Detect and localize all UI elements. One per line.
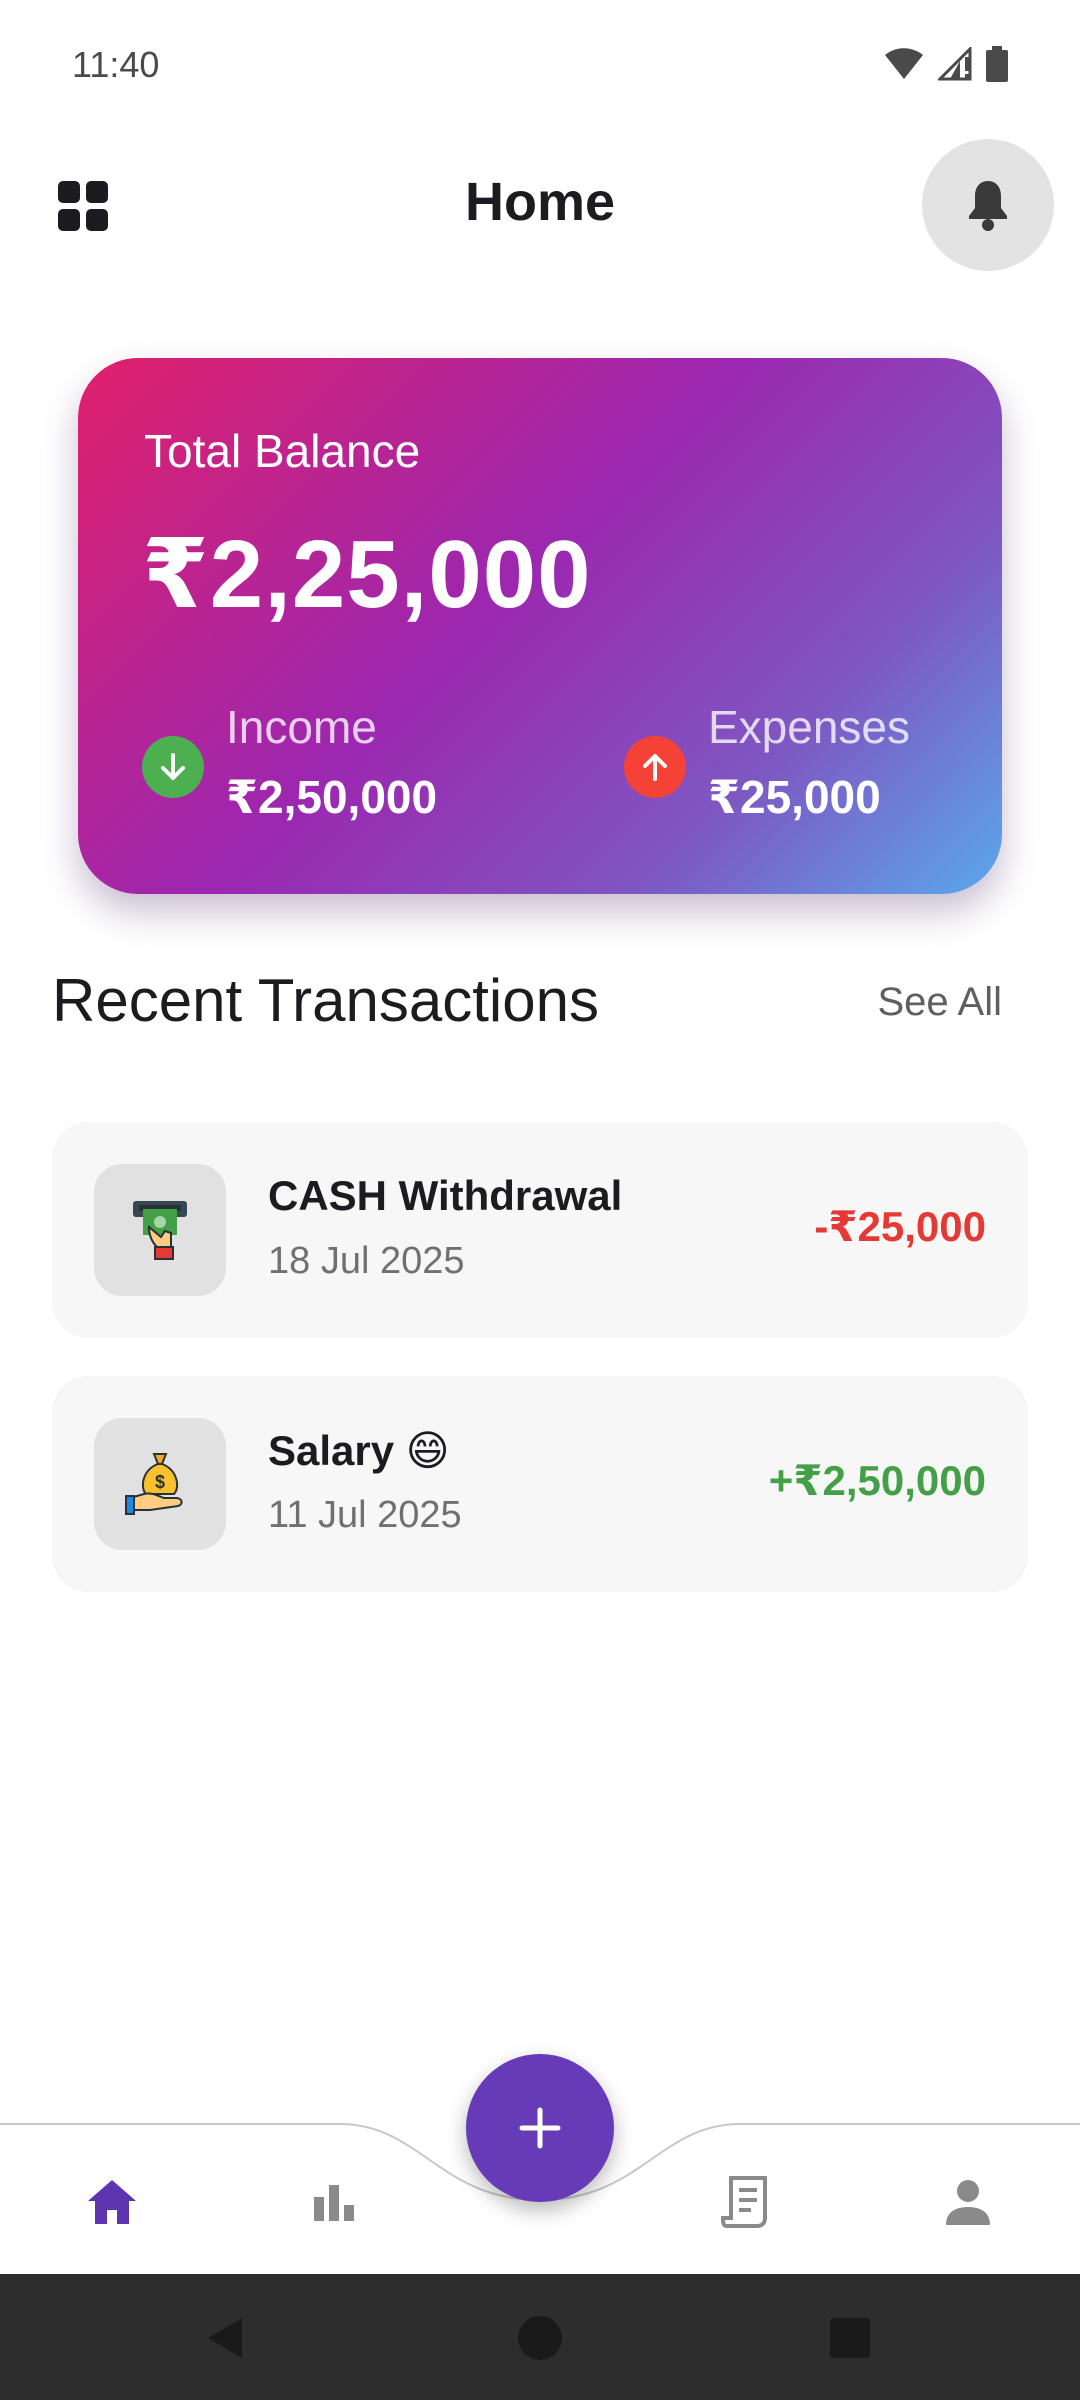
transaction-item[interactable]: $ Salary 😄 11 Jul 2025 +₹2,50,000 <box>52 1376 1028 1592</box>
recents-square-icon[interactable] <box>826 2314 874 2362</box>
see-all-link[interactable]: See All <box>877 980 1002 1025</box>
nav-stats[interactable] <box>304 2172 364 2232</box>
transaction-title: CASH Withdrawal <box>268 1172 623 1219</box>
transaction-date: 11 Jul 2025 <box>268 1494 462 1536</box>
home-circle-icon[interactable] <box>516 2314 564 2362</box>
income-label: Income <box>226 701 377 753</box>
transaction-amount: -₹25,000 <box>814 1203 986 1250</box>
notifications-button[interactable] <box>922 139 1054 271</box>
atm-withdrawal-icon <box>133 1201 187 1260</box>
status-bar: 11:40 <box>0 0 1080 130</box>
transaction-item[interactable]: CASH Withdrawal 18 Jul 2025 -₹25,000 <box>52 1122 1028 1338</box>
svg-text:$: $ <box>155 1472 165 1492</box>
home-icon <box>88 2180 136 2224</box>
page-title: Home <box>464 172 616 232</box>
arrow-up-icon <box>624 736 686 798</box>
transaction-amount: +₹2,50,000 <box>768 1457 986 1504</box>
recent-transactions-title: Recent Transactions <box>52 967 599 1034</box>
balance-card: Total Balance ₹2,25,000 Income ₹2,50,000… <box>78 358 1002 894</box>
expenses-label: Expenses <box>708 701 911 753</box>
transaction-icon-tile: $ <box>94 1418 226 1550</box>
add-transaction-button[interactable] <box>466 2054 614 2202</box>
bell-icon <box>969 181 1007 231</box>
receipt-icon <box>721 2176 767 2228</box>
person-icon <box>946 2180 990 2225</box>
signal-icon <box>938 47 972 81</box>
system-navigation-bar <box>0 2274 1080 2400</box>
app-bar: Home <box>0 135 1080 275</box>
transaction-icon-tile <box>94 1164 226 1296</box>
chart-icon <box>314 2185 354 2221</box>
nav-bills[interactable] <box>716 2172 776 2232</box>
balance-amount: ₹2,25,000 <box>142 521 592 628</box>
money-bag-hand-icon: $ <box>125 1453 183 1515</box>
status-time: 11:40 <box>72 44 160 85</box>
expenses-value: ₹25,000 <box>708 771 881 823</box>
transaction-title: Salary 😄 <box>268 1427 450 1474</box>
nav-profile[interactable] <box>938 2172 998 2232</box>
transaction-date: 18 Jul 2025 <box>268 1240 465 1282</box>
balance-label: Total Balance <box>144 425 421 477</box>
arrow-down-icon <box>142 736 204 798</box>
status-icons <box>884 46 1008 82</box>
income-value: ₹2,50,000 <box>226 771 438 823</box>
nav-home[interactable] <box>82 2172 142 2232</box>
back-icon[interactable] <box>202 2314 250 2362</box>
battery-icon <box>986 46 1008 82</box>
wifi-icon <box>885 48 923 79</box>
plus-icon <box>519 2107 561 2149</box>
